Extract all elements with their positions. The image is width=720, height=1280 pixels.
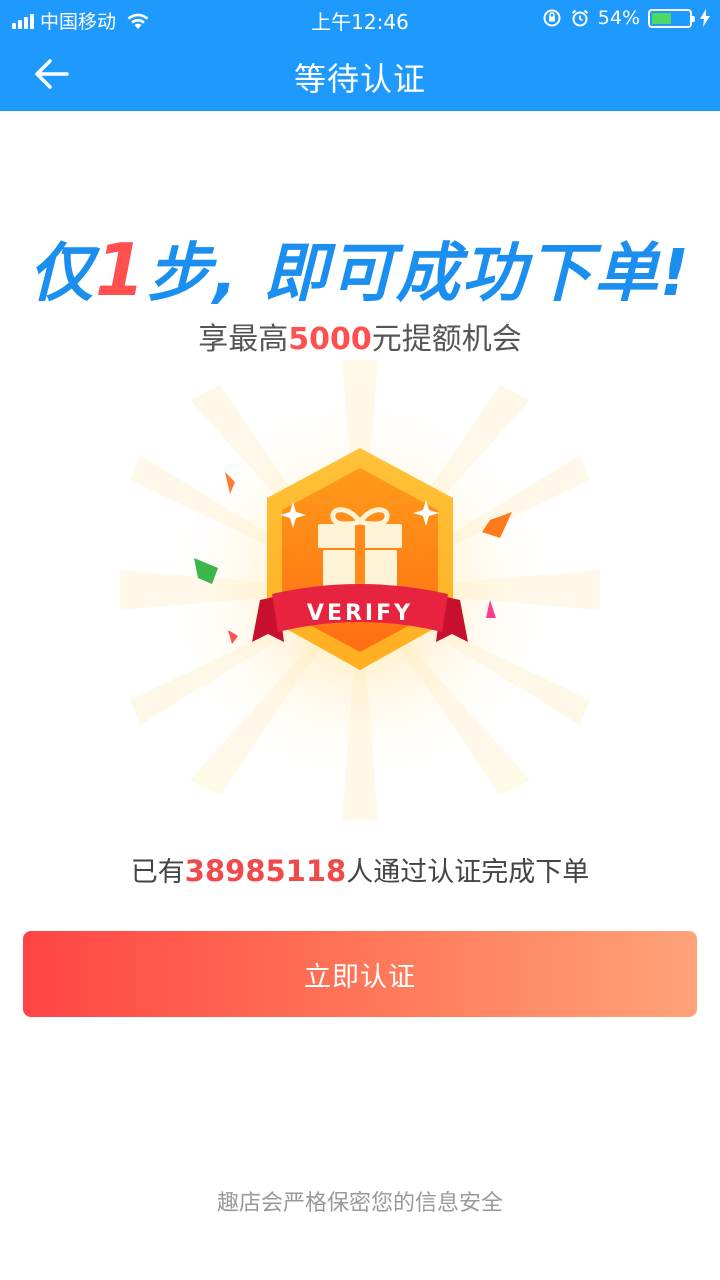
subline-amount: 5000 <box>288 322 372 357</box>
orientation-lock-icon <box>543 9 561 27</box>
battery-percent: 54% <box>597 7 640 29</box>
verify-now-button[interactable]: 立即认证 <box>23 931 697 1017</box>
page-title: 等待认证 <box>293 60 426 98</box>
verify-badge-illustration: VERIFY <box>120 360 600 820</box>
badge-graphic: VERIFY <box>120 360 600 820</box>
headline-suffix: 步, 即可成功下单! <box>147 237 691 311</box>
header: 中国移动 上午12:46 54% 等待认证 <box>0 0 720 111</box>
verified-user-count: 38985118 <box>184 854 347 888</box>
privacy-note: 趣店会严格保密您的信息安全 <box>216 1191 503 1216</box>
nav-bar: 等待认证 <box>0 36 720 111</box>
headline-step-number: 1 <box>95 228 148 312</box>
subline-suffix: 元提额机会 <box>371 322 522 357</box>
headline-prefix: 仅 <box>29 237 96 311</box>
verified-user-stats: 已有38985118人通过认证完成下单 <box>0 850 720 889</box>
badge-ribbon-text: VERIFY <box>307 601 413 626</box>
battery-fill <box>652 12 672 24</box>
promo-subline: 享最高5000元提额机会 <box>0 314 720 358</box>
alarm-icon <box>571 9 588 27</box>
promo-headline: 仅1步, 即可成功下单! <box>0 222 720 314</box>
subline-prefix: 享最高 <box>198 322 289 357</box>
stats-prefix: 已有 <box>130 857 185 888</box>
battery-icon <box>648 8 695 28</box>
status-bar-right: 54% <box>542 7 710 29</box>
charging-icon <box>700 9 710 27</box>
stats-suffix: 人通过认证完成下单 <box>346 857 590 888</box>
status-bar: 中国移动 上午12:46 54% <box>0 0 720 36</box>
